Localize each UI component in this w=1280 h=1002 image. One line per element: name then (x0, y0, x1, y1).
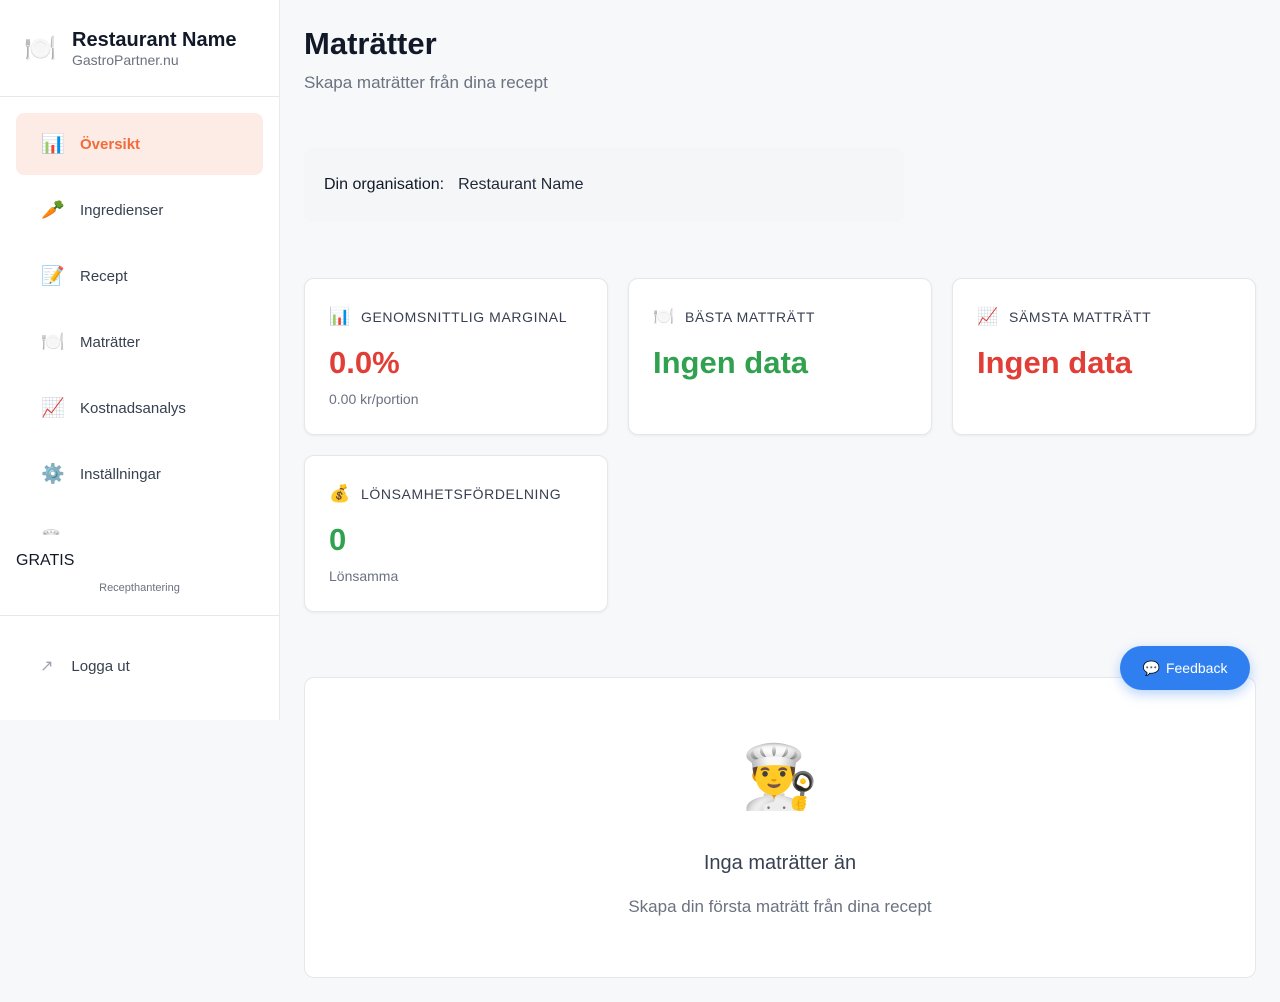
logout-arrow-icon: ↗ (40, 658, 54, 675)
card-value: Ingen data (977, 345, 1133, 380)
card-header: 📊 GENOMSNITTLIG MARGINAL (329, 307, 583, 327)
stat-card-profitability: 💰 LÖNSAMHETSFÖRDELNING 0 Lönsamma (304, 455, 608, 612)
card-title: LÖNSAMHETSFÖRDELNING (361, 486, 562, 502)
card-note: Lönsamma (329, 568, 399, 584)
empty-state-subtitle: Skapa din första maträtt från dina recep… (628, 897, 932, 916)
card-header: 💰 LÖNSAMHETSFÖRDELNING (329, 484, 583, 504)
empty-state: 👨‍🍳 Inga maträtter än Skapa din första m… (304, 677, 1256, 978)
sidebar-item-recept[interactable]: 📝 Recept (16, 245, 263, 307)
card-header: 🍽️ BÄSTA MATTRÄTT (653, 307, 907, 327)
gear-icon: ⚙️ (41, 464, 65, 485)
card-title: GENOMSNITTLIG MARGINAL (361, 309, 568, 325)
sidebar-item-label: Kostnadsanalys (80, 399, 186, 417)
sidebar-item-kostnadsanalys[interactable]: 📈 Kostnadsanalys (16, 377, 263, 439)
brand-subtitle: GastroPartner.nu (72, 52, 179, 68)
plate-icon: 🍽️ (41, 332, 65, 353)
sidebar-item-label: Recept (80, 267, 128, 285)
line-chart-icon: 📈 (977, 307, 999, 326)
sidebar-item-label: Översikt (80, 135, 141, 153)
stat-card-worst-dish: 📈 SÄMSTA MATTRÄTT Ingen data (952, 278, 1256, 435)
feedback-button[interactable]: 💬 Feedback (1120, 646, 1250, 690)
speech-bubble-icon: 💬 (1142, 659, 1160, 676)
organisation-box: Din organisation: Restaurant Name (304, 148, 904, 222)
card-note: 0.00 kr/portion (329, 391, 419, 407)
plate-icon: 🍽️ (653, 307, 675, 326)
sidebar-divider (0, 615, 279, 616)
chef-icon: 👨‍🍳 (741, 743, 819, 812)
card-value: 0.0% (329, 345, 400, 380)
page-subtitle: Skapa maträtter från dina recept (304, 73, 548, 92)
organisation-label: Din organisation: (324, 176, 445, 193)
logout-label: Logga ut (71, 657, 130, 675)
sidebar-item-label: Inställningar (80, 465, 161, 483)
line-chart-icon: 📈 (41, 398, 65, 419)
sidebar-item-installningar[interactable]: ⚙️ Inställningar (16, 443, 263, 505)
sidebar-item-oversikt[interactable]: 📊 Översikt (16, 113, 263, 175)
card-value: Ingen data (653, 345, 809, 380)
bar-chart-icon: 📊 (41, 134, 65, 155)
card-header: 📈 SÄMSTA MATTRÄTT (977, 307, 1231, 327)
stat-card-average-margin: 📊 GENOMSNITTLIG MARGINAL 0.0% 0.00 kr/po… (304, 278, 608, 435)
sidebar-nav: 📊 Översikt 🥕 Ingredienser 📝 Recept 🍽️ Ma… (16, 113, 263, 535)
card-title: SÄMSTA MATTRÄTT (1009, 309, 1152, 325)
organisation-value: Restaurant Name (458, 176, 584, 193)
card-value: 0 (329, 522, 347, 557)
restaurant-name: Restaurant Name (72, 29, 237, 51)
plan-description: Recepthantering (99, 582, 180, 594)
bar-chart-icon: 📊 (329, 307, 351, 326)
memo-icon: 📝 (41, 266, 65, 287)
sidebar-item-matratter[interactable]: 🍽️ Maträtter (16, 311, 263, 373)
chef-icon: 👩‍🍳 (41, 528, 65, 535)
brand-text: Restaurant Name GastroPartner.nu (72, 28, 237, 68)
carrot-icon: 🥕 (41, 200, 65, 221)
stat-card-best-dish: 🍽️ BÄSTA MATTRÄTT Ingen data (628, 278, 932, 435)
plate-icon: 🍽️ (24, 33, 57, 63)
money-bag-icon: 💰 (329, 484, 351, 503)
sidebar-item-label: Ingredienser (80, 201, 164, 219)
sidebar: 🍽️ Restaurant Name GastroPartner.nu 📊 Öv… (0, 0, 280, 720)
plan-info: GRATIS Recepthantering (16, 552, 263, 594)
card-title: BÄSTA MATTRÄTT (685, 309, 815, 325)
sidebar-item-ingredienser[interactable]: 🥕 Ingredienser (16, 179, 263, 241)
empty-state-title: Inga maträtter än (703, 852, 857, 874)
page-title: Maträtter (304, 26, 437, 61)
feedback-label: Feedback (1165, 660, 1228, 676)
sidebar-item-cut-off[interactable]: 👩‍🍳 (16, 509, 263, 535)
brand-header: 🍽️ Restaurant Name GastroPartner.nu (0, 0, 279, 97)
logout-button[interactable]: ↗ Logga ut (40, 656, 130, 676)
sidebar-item-label: Maträtter (80, 333, 141, 351)
plan-name: GRATIS (16, 552, 75, 569)
